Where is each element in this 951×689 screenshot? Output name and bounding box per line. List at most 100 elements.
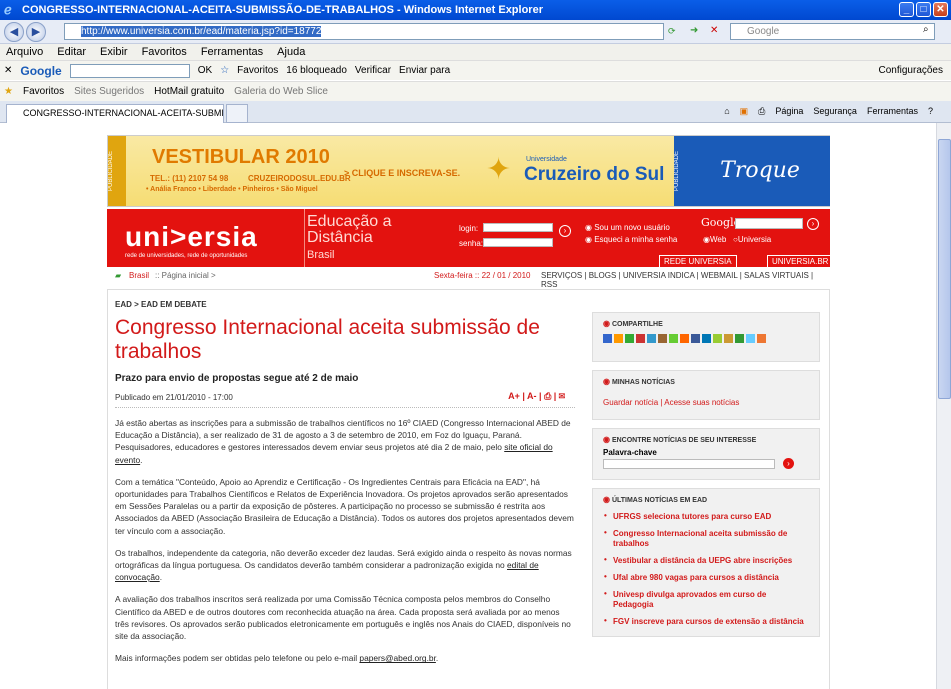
login-go-button[interactable]: › <box>559 225 571 237</box>
article-breadcrumb[interactable]: EAD > EAD EM DEBATE <box>115 300 575 309</box>
home-link[interactable]: :: Página inicial > <box>155 271 216 280</box>
email-link[interactable]: papers@abed.org.br <box>359 653 435 663</box>
keyword-input[interactable] <box>603 458 775 469</box>
login-input[interactable] <box>483 223 553 232</box>
scrollbar-thumb[interactable] <box>938 139 951 399</box>
back-button[interactable]: ◀ <box>4 22 24 42</box>
senha-input[interactable] <box>483 238 553 247</box>
facebook-icon[interactable] <box>691 333 700 343</box>
menu-arquivo[interactable]: Arquivo <box>6 44 43 60</box>
news-item[interactable]: Vestibular a distância da UEPG abre insc… <box>603 552 809 569</box>
linkedin-icon[interactable] <box>702 333 711 343</box>
share-icon[interactable] <box>680 333 689 343</box>
share-icon[interactable] <box>658 333 667 343</box>
google-go-button[interactable]: › <box>807 218 819 230</box>
maximize-button[interactable]: □ <box>916 2 931 17</box>
pagina-menu[interactable]: Página <box>775 104 803 118</box>
menu-favoritos[interactable]: Favoritos <box>142 44 187 60</box>
enviar-button[interactable]: Enviar para <box>399 65 450 76</box>
twitter-icon[interactable] <box>746 333 755 343</box>
share-icon[interactable] <box>669 333 678 343</box>
favoritos-button[interactable]: Favoritos <box>237 65 278 76</box>
menu-ferramentas[interactable]: Ferramentas <box>201 44 263 60</box>
vertical-scrollbar[interactable] <box>936 123 951 689</box>
menu-exibir[interactable]: Exibir <box>100 44 128 60</box>
minimize-button[interactable]: _ <box>899 2 914 17</box>
circle-icon: ◉ <box>603 319 610 328</box>
popup-blocked-button[interactable]: 16 bloqueado <box>286 65 347 76</box>
feeds-icon[interactable]: ▣ <box>740 104 749 118</box>
seguranca-menu[interactable]: Segurança <box>813 104 857 118</box>
ad-main[interactable]: VESTIBULAR 2010 TEL.: (11) 2107 54 98 CR… <box>126 136 674 206</box>
ad-cta: > CLIQUE E INSCREVA-SE. <box>344 168 461 178</box>
star-icon: ☆ <box>220 65 230 76</box>
rede-universia-tab[interactable]: REDE UNIVERSIA <box>659 255 737 268</box>
universia-logo[interactable]: uni>ersia <box>125 221 258 253</box>
news-item[interactable]: Ufal abre 980 vagas para cursos a distân… <box>603 569 809 586</box>
ad-banner[interactable]: PUBLICIDADE VESTIBULAR 2010 TEL.: (11) 2… <box>107 135 830 253</box>
help-icon[interactable]: ? <box>928 104 933 118</box>
radio-web[interactable]: ◉Web <box>703 235 726 244</box>
share-icons[interactable] <box>603 332 809 344</box>
news-item[interactable]: Congresso Internacional aceita submissão… <box>603 525 809 552</box>
article-tools[interactable]: A+ | A- | ⎙ | ✉ <box>508 391 565 402</box>
window-titlebar[interactable]: ℯ CONGRESSO-INTERNACIONAL-ACEITA-SUBMISS… <box>0 0 951 20</box>
news-item[interactable]: FGV inscreve para cursos de extensão a d… <box>603 613 809 630</box>
radio-universia[interactable]: ○Universia <box>733 235 771 244</box>
keyword-label: Palavra-chave <box>603 448 657 457</box>
brasil-link[interactable]: Brasil <box>129 271 149 280</box>
menu-ajuda[interactable]: Ajuda <box>277 44 305 60</box>
verificar-button[interactable]: Verificar <box>355 65 391 76</box>
share-icon[interactable] <box>636 333 645 343</box>
ferramentas-menu[interactable]: Ferramentas <box>867 104 918 118</box>
share-icon[interactable] <box>603 333 612 343</box>
menu-editar[interactable]: Editar <box>57 44 86 60</box>
ad-right[interactable]: Troque ideias! <box>690 136 830 253</box>
keyword-go-button[interactable]: › <box>783 458 794 469</box>
ok-button[interactable]: OK <box>198 65 212 76</box>
search-field[interactable]: Google <box>730 23 935 40</box>
hotmail-link[interactable]: HotMail gratuito <box>154 86 224 97</box>
close-toolbar-icon[interactable]: ✕ <box>4 65 12 76</box>
refresh-icon[interactable]: ⟳ <box>668 26 676 37</box>
share-icon[interactable] <box>647 333 656 343</box>
novo-usuario-link[interactable]: ◉ Sou um novo usuário <box>585 223 670 232</box>
search-icon[interactable]: ⌕ <box>923 24 929 35</box>
share-icon[interactable] <box>757 333 766 343</box>
new-tab-button[interactable] <box>226 104 248 123</box>
share-icon[interactable] <box>724 333 733 343</box>
share-icon[interactable] <box>713 333 722 343</box>
share-icon[interactable] <box>625 333 634 343</box>
guardar-link[interactable]: Guardar notícia <box>603 398 658 407</box>
acesse-link[interactable]: Acesse suas notícias <box>664 398 739 407</box>
ie-logo-icon: ℯ <box>4 2 12 17</box>
favoritos-link[interactable]: Favoritos <box>23 86 64 97</box>
galeria-link[interactable]: Galeria do Web Slice <box>234 86 328 97</box>
configuracoes-button[interactable]: Configurações <box>879 65 943 76</box>
go-icon[interactable]: ➜ <box>690 25 698 36</box>
sites-sugeridos-link[interactable]: Sites Sugeridos <box>74 86 144 97</box>
top-links-row: ▰ Brasil :: Página inicial > Sexta-feira… <box>107 269 830 289</box>
close-button[interactable]: ✕ <box>933 2 948 17</box>
share-icon[interactable] <box>614 333 623 343</box>
url-field[interactable]: http://www.universia.com.br/ead/materia.… <box>64 23 664 40</box>
news-item[interactable]: UFRGS seleciona tutores para curso EAD <box>603 508 809 525</box>
universia-br-tab[interactable]: UNIVERSIA.BR <box>767 255 834 268</box>
esqueci-senha-link[interactable]: ◉ Esqueci a minha senha <box>585 235 677 244</box>
ad-site: CRUZEIRODOSUL.EDU.BR <box>248 174 351 183</box>
tab-active[interactable]: CONGRESSO-INTERNACIONAL-ACEITA-SUBMISSÃO… <box>6 104 224 123</box>
services-links[interactable]: SERVIÇOS | BLOGS | UNIVERSIA INDICA | WE… <box>541 271 830 289</box>
share-icon[interactable] <box>735 333 744 343</box>
news-item[interactable]: Univesp divulga aprovados em curso de Pe… <box>603 586 809 613</box>
paragraph-2: Com a temática "Conteúdo, Apoio ao Apren… <box>115 476 574 536</box>
login-label: login: <box>459 224 479 233</box>
stop-icon[interactable]: ✕ <box>710 25 718 36</box>
home-icon[interactable]: ⌂ <box>724 104 729 118</box>
print-icon[interactable]: ⎙ <box>758 104 765 118</box>
date-text: Sexta-feira :: 22 / 01 / 2010 <box>434 271 531 280</box>
share-heading: ◉ COMPARTILHE <box>603 319 663 328</box>
forward-button[interactable]: ▶ <box>26 22 46 42</box>
favorites-star-icon: ★ <box>4 86 13 97</box>
google-toolbar-input[interactable] <box>69 63 190 78</box>
google-search-input[interactable] <box>735 218 803 229</box>
